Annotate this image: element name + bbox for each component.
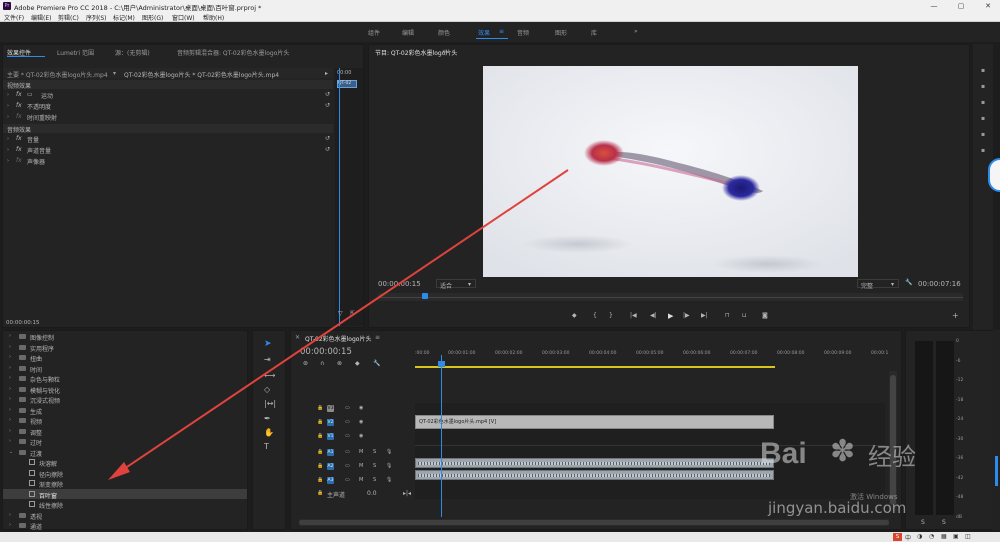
annotation-arrow-line bbox=[117, 169, 569, 474]
annotation-arrow bbox=[108, 169, 569, 480]
annotation-arrow-head bbox=[108, 462, 130, 480]
premiere-window: Pr Adobe Premiere Pro CC 2018 - C:\用户\Ad… bbox=[0, 0, 1000, 542]
